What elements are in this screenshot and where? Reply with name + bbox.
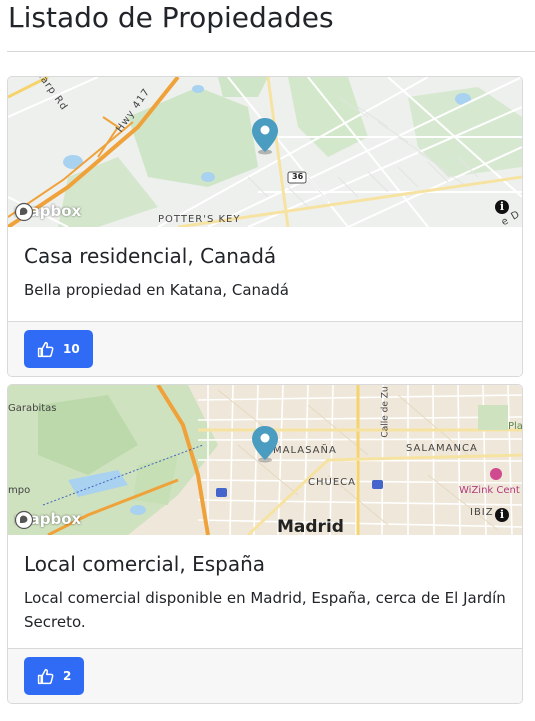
map-pin-icon[interactable] xyxy=(251,117,279,155)
thumbs-up-icon xyxy=(37,341,54,357)
title-divider xyxy=(7,51,535,52)
map-label: Garabitas xyxy=(8,403,57,414)
like-count: 10 xyxy=(63,342,80,356)
map-label: Calle de Zu xyxy=(380,386,391,438)
info-icon[interactable]: i xyxy=(495,508,509,522)
map-label: WiZink Cent xyxy=(459,485,520,496)
thumbs-up-icon xyxy=(37,668,54,684)
property-map[interactable]: Carp Rd Hwy 417 POTTER'S KEY 36 e D mapb… xyxy=(8,77,522,227)
map-label: POTTER'S KEY xyxy=(158,214,241,225)
card-footer: 2 xyxy=(8,648,522,703)
page-title: Listado de Propiedades xyxy=(8,1,334,34)
info-icon[interactable]: i xyxy=(495,200,509,214)
property-title: Casa residencial, Canadá xyxy=(24,244,277,268)
map-label: Madrid xyxy=(277,517,344,535)
property-card: Carp Rd Hwy 417 POTTER'S KEY 36 e D mapb… xyxy=(7,76,523,377)
mapbox-logo-icon xyxy=(14,510,34,530)
map-label: IBIZ xyxy=(470,507,494,518)
like-count: 2 xyxy=(63,669,72,683)
mapbox-logo[interactable]: mapbox xyxy=(14,510,81,530)
like-button[interactable]: 10 xyxy=(24,330,93,368)
map-label: CHUECA xyxy=(308,477,356,488)
map-label: mpo xyxy=(8,485,31,496)
map-label: MALASAÑA xyxy=(273,445,337,456)
property-description: Bella propiedad en Katana, Canadá xyxy=(24,281,289,299)
property-description: Local comercial disponible en Madrid, Es… xyxy=(24,589,506,631)
like-button[interactable]: 2 xyxy=(24,657,85,695)
map-label: Pla de xyxy=(508,421,522,432)
card-body: Local comercial, España Local comercial … xyxy=(8,535,522,634)
map-label: SALAMANCA xyxy=(406,443,478,454)
route-shield-label: 36 xyxy=(292,172,304,181)
property-map[interactable]: Garabitas MALASAÑA SALAMANCA CHUECA Madr… xyxy=(8,385,522,535)
map-pin-icon[interactable] xyxy=(251,425,279,463)
card-body: Casa residencial, Canadá Bella propiedad… xyxy=(8,227,522,302)
property-card: Garabitas MALASAÑA SALAMANCA CHUECA Madr… xyxy=(7,384,523,704)
mapbox-logo-icon xyxy=(14,202,34,222)
property-title: Local comercial, España xyxy=(24,552,266,576)
card-footer: 10 xyxy=(8,321,522,376)
mapbox-logo[interactable]: mapbox xyxy=(14,202,81,222)
